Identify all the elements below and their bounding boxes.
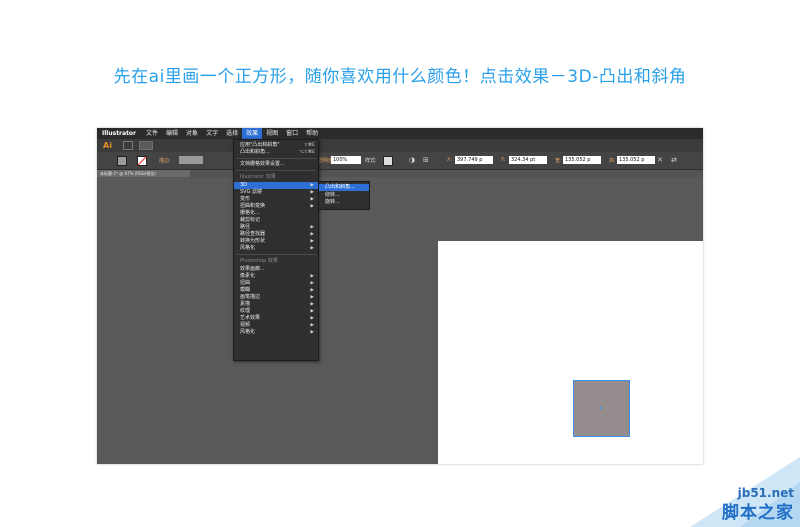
menu-item-apply-last[interactable]: 应用"凸出和斜角" ⇧⌘E bbox=[234, 142, 318, 149]
gray-square[interactable] bbox=[573, 380, 630, 437]
menu-item-convert-shape[interactable]: 转换为形状 ▶ bbox=[234, 238, 318, 245]
fill-swatch[interactable] bbox=[117, 156, 127, 166]
menu-item-distort[interactable]: 扭曲 ▶ bbox=[234, 280, 318, 287]
menu-section-illustrator: Illustrator 效果 bbox=[240, 174, 276, 180]
menu-bar: Illustrator 文件 编辑 对象 文字 选择 效果 视图 窗口 帮助 bbox=[97, 128, 703, 139]
menu-item-sketch[interactable]: 素描 ▶ bbox=[234, 301, 318, 308]
isolate-icon[interactable]: ⇄ bbox=[671, 156, 677, 164]
recolor-icon[interactable]: ◑ bbox=[409, 156, 415, 164]
menu-item-blur[interactable]: 模糊 ▶ bbox=[234, 287, 318, 294]
transform-icon[interactable]: ✕ bbox=[657, 156, 663, 164]
menu-divider bbox=[236, 170, 316, 171]
menu-window[interactable]: 窗口 bbox=[282, 128, 302, 139]
height-field[interactable]: 135.052 p bbox=[617, 156, 655, 164]
illustrator-window: Illustrator 文件 编辑 对象 文字 选择 效果 视图 窗口 帮助 A… bbox=[97, 128, 703, 464]
menu-item-last-effect[interactable]: 凸出和斜角... ⌥⇧⌘E bbox=[234, 149, 318, 156]
menu-view[interactable]: 视图 bbox=[262, 128, 282, 139]
menu-file[interactable]: 文件 bbox=[142, 128, 162, 139]
submenu-3d: 凸出和斜角... 绕转... 旋转... bbox=[318, 181, 370, 210]
y-field[interactable]: 324.34 pt bbox=[509, 156, 547, 164]
menu-help[interactable]: 帮助 bbox=[302, 128, 322, 139]
menu-divider bbox=[236, 254, 316, 255]
no-stroke-icon bbox=[137, 156, 147, 166]
menu-item-path[interactable]: 路径 ▶ bbox=[234, 224, 318, 231]
menu-type[interactable]: 文字 bbox=[202, 128, 222, 139]
width-label: 宽: bbox=[555, 158, 562, 164]
submenu-item-rotate[interactable]: 旋转... bbox=[319, 199, 369, 206]
width-field[interactable]: 135.052 p bbox=[563, 156, 601, 164]
menu-item-pathfinder[interactable]: 路径查找器 ▶ bbox=[234, 231, 318, 238]
menu-item-video[interactable]: 视频 ▶ bbox=[234, 322, 318, 329]
submenu-item-revolve[interactable]: 绕转... bbox=[319, 192, 369, 199]
menu-item-rasterize[interactable]: 栅格化... bbox=[234, 210, 318, 217]
menu-item-crop-marks[interactable]: 裁剪标记 bbox=[234, 217, 318, 224]
y-label: Y: bbox=[501, 157, 506, 163]
menu-divider bbox=[236, 158, 316, 159]
headline: 先在ai里画一个正方形，随你喜欢用什么颜色！点击效果－3D-凸出和斜角 bbox=[113, 67, 687, 87]
height-label: 高: bbox=[609, 158, 616, 164]
menu-item-pixelate[interactable]: 像素化 ▶ bbox=[234, 273, 318, 280]
bridge-icon[interactable] bbox=[123, 141, 133, 150]
stroke-weight-field[interactable] bbox=[179, 156, 203, 164]
effect-menu-dropdown: 应用"凸出和斜角" ⇧⌘E 凸出和斜角... ⌥⇧⌘E 文档栅格效果设置... Il… bbox=[233, 139, 319, 361]
menu-section-photoshop: Photoshop 效果 bbox=[240, 258, 278, 264]
watermark-name: 脚本之家 bbox=[722, 503, 794, 523]
menu-effect[interactable]: 效果 bbox=[242, 128, 263, 139]
arrange-documents-icon[interactable] bbox=[139, 141, 153, 150]
control-bar: 描边: 不透明度: 100% 样式: ◑ ⊞ X: 397.749 p Y: 3… bbox=[97, 152, 703, 170]
align-icon[interactable]: ⊞ bbox=[423, 156, 429, 164]
menu-item-3d[interactable]: 3D ▶ bbox=[234, 182, 318, 189]
menu-select[interactable]: 选择 bbox=[222, 128, 242, 139]
menu-item-warp[interactable]: 变形 ▶ bbox=[234, 196, 318, 203]
app-menu-illustrator[interactable]: Illustrator bbox=[97, 130, 142, 137]
opacity-field[interactable]: 100% bbox=[331, 156, 361, 164]
menu-item-stylize-ps[interactable]: 风格化 ▶ bbox=[234, 329, 318, 336]
center-point bbox=[600, 407, 602, 409]
menu-edit[interactable]: 编辑 bbox=[162, 128, 182, 139]
document-tab[interactable]: 未标题-1* @ 97% (RGB/预览) bbox=[97, 170, 190, 177]
menu-object[interactable]: 对象 bbox=[182, 128, 202, 139]
menu-item-effect-gallery[interactable]: 效果画廊... bbox=[234, 266, 318, 273]
menu-item-texture[interactable]: 纹理 ▶ bbox=[234, 308, 318, 315]
menu-item-distort-transform[interactable]: 扭曲和变换 ▶ bbox=[234, 203, 318, 210]
x-field[interactable]: 397.749 p bbox=[455, 156, 493, 164]
submenu-item-extrude-bevel[interactable]: 凸出和斜角... bbox=[319, 184, 369, 191]
ai-logo: Ai bbox=[103, 141, 112, 150]
menu-item-doc-raster[interactable]: 文档栅格效果设置... bbox=[234, 161, 318, 168]
menu-item-stylize-ai[interactable]: 风格化 ▶ bbox=[234, 245, 318, 252]
application-bar: Ai bbox=[97, 139, 703, 152]
style-label: 样式: bbox=[365, 158, 377, 164]
menu-item-svg-filter[interactable]: SVG 滤镜 ▶ bbox=[234, 189, 318, 196]
menu-item-brush-strokes[interactable]: 画笔描边 ▶ bbox=[234, 294, 318, 301]
stroke-label: 描边: bbox=[159, 158, 171, 164]
x-label: X: bbox=[447, 157, 453, 163]
graphic-style-swatch[interactable] bbox=[383, 156, 393, 166]
menu-item-artistic[interactable]: 艺术效果 ▶ bbox=[234, 315, 318, 322]
